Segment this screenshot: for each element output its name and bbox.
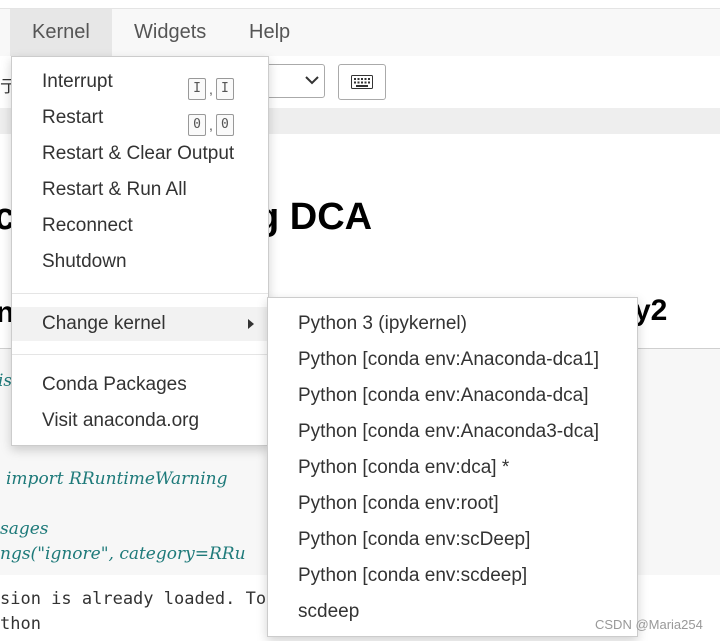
watermark: CSDN @Maria254 xyxy=(595,617,703,632)
code-line: sages xyxy=(0,519,49,539)
menu-item-restart[interactable]: Restart 0 , 0 xyxy=(12,101,268,136)
menu-item-restart-clear-output[interactable]: Restart & Clear Output xyxy=(12,137,268,171)
kernel-option[interactable]: Python [conda env:root] xyxy=(268,486,637,522)
key-cap: 0 xyxy=(188,114,206,136)
kernel-option[interactable]: Python [conda env:scDeep] xyxy=(268,522,637,558)
code-line: import RRuntimeWarning xyxy=(6,469,228,489)
menu-kernel[interactable]: Kernel xyxy=(10,9,112,56)
kernel-menu: Interrupt I , I Restart 0 , 0 Restart & … xyxy=(11,56,269,446)
keyboard-shortcuts-button[interactable] xyxy=(338,64,386,100)
menu-item-interrupt[interactable]: Interrupt I , I xyxy=(12,65,268,100)
menu-item-conda-packages[interactable]: Conda Packages xyxy=(12,368,268,402)
keyboard-icon xyxy=(351,75,373,89)
change-kernel-submenu: Python 3 (ipykernel) Python [conda env:A… xyxy=(267,297,638,637)
code-line: ngs("ignore", category=RRu xyxy=(0,544,246,564)
menu-item-label: Change kernel xyxy=(42,313,166,334)
caret-right-icon xyxy=(248,319,254,329)
menu-help[interactable]: Help xyxy=(227,9,312,56)
kernel-option[interactable]: Python [conda env:Anaconda-dca1] xyxy=(268,342,637,378)
menu-item-visit-anaconda[interactable]: Visit anaconda.org xyxy=(12,404,268,438)
kernel-option[interactable]: Python [conda env:Anaconda-dca] xyxy=(268,378,637,414)
kernel-option[interactable]: Python 3 (ipykernel) xyxy=(268,306,637,342)
key-cap: I xyxy=(215,78,234,100)
menu-item-restart-run-all[interactable]: Restart & Run All xyxy=(12,173,268,207)
chevron-down-icon xyxy=(305,76,319,85)
menu-item-reconnect[interactable]: Reconnect xyxy=(12,209,268,243)
key-cap: 0 xyxy=(215,114,234,136)
output-line: sion is already loaded. To xyxy=(0,589,267,609)
kernel-option[interactable]: Python [conda env:Anaconda3-dca] xyxy=(268,414,637,450)
menu-item-shutdown[interactable]: Shutdown xyxy=(12,245,268,279)
menu-divider xyxy=(12,293,268,294)
output-line: thon xyxy=(0,614,41,634)
heading1-right: g DCA xyxy=(256,196,373,238)
kernel-option[interactable]: Python [conda env:scdeep] xyxy=(268,558,637,594)
menu-item-change-kernel[interactable]: Change kernel xyxy=(12,307,268,341)
menubar: Kernel Widgets Help xyxy=(0,8,720,57)
menu-item-label: Restart xyxy=(42,107,104,128)
menu-widgets[interactable]: Widgets xyxy=(112,9,228,56)
kernel-option[interactable]: Python [conda env:dca] * xyxy=(268,450,637,486)
menu-divider xyxy=(12,354,268,355)
menu-item-label: Interrupt xyxy=(42,71,113,92)
key-cap: I xyxy=(188,78,206,100)
kernel-option[interactable]: scdeep xyxy=(268,594,637,630)
notebook-heading-2-right: y2 xyxy=(634,294,668,327)
